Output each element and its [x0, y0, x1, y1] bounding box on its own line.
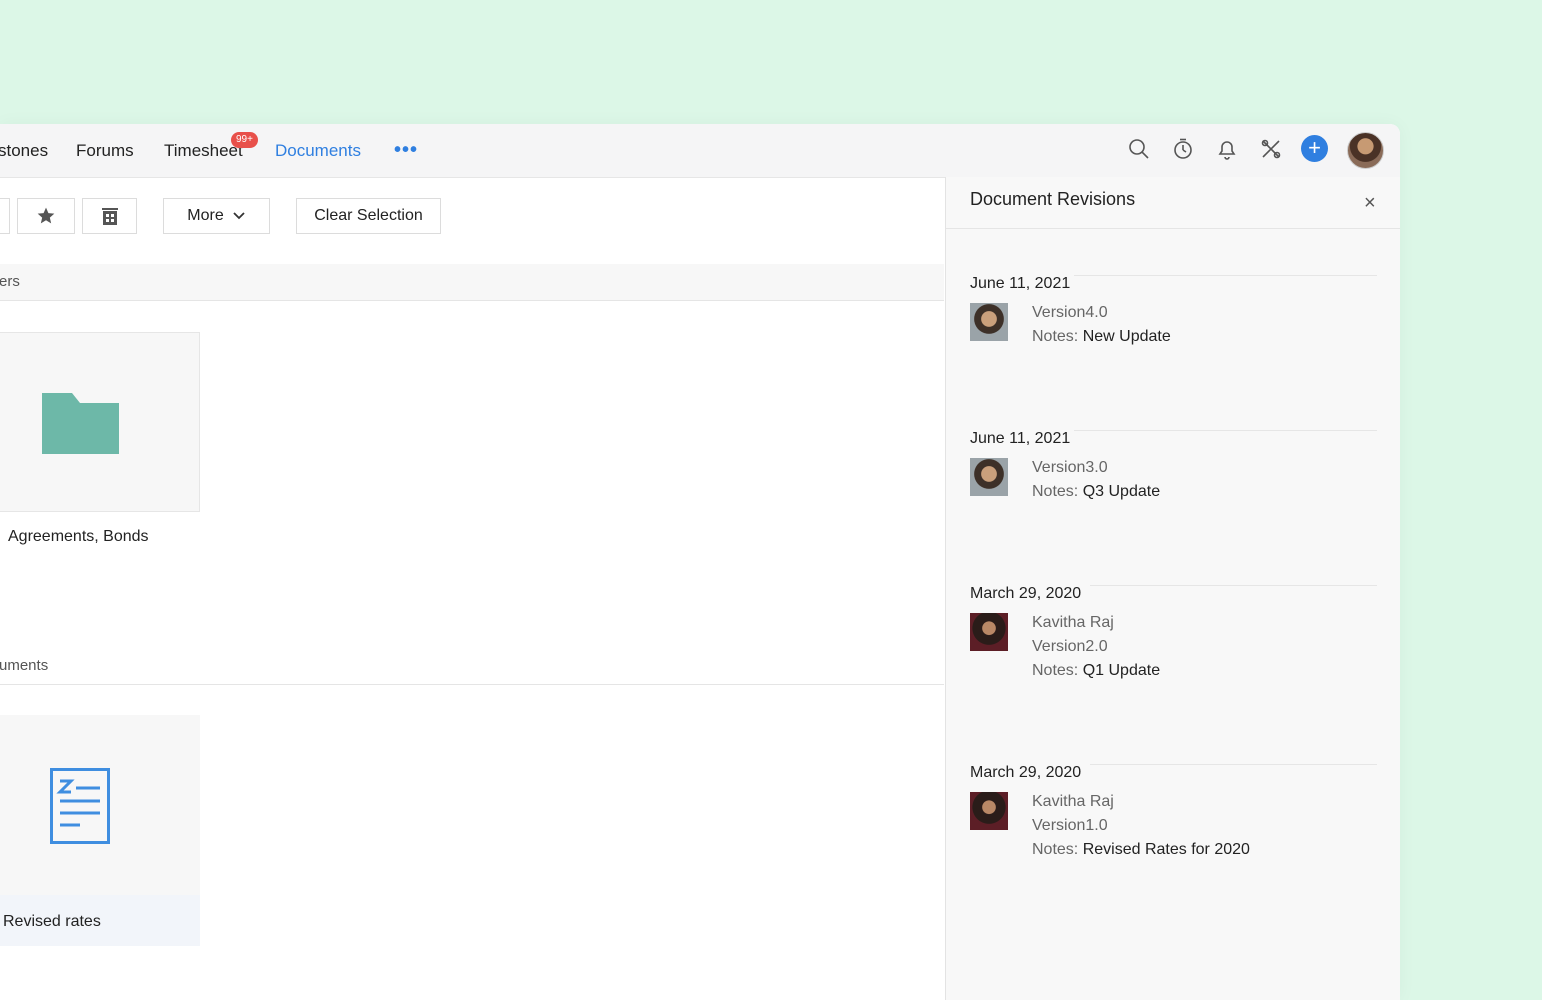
tab-timesheet[interactable]: Timesheet [164, 141, 243, 161]
revision-meta: Kavitha Raj Version2.0 Notes: Q1 Update [1032, 611, 1160, 683]
revision-date: June 11, 2021 [970, 275, 1071, 292]
revision-divider [1090, 585, 1377, 586]
bell-icon[interactable] [1215, 137, 1239, 161]
trash-icon [101, 208, 118, 225]
revision-author: Kavitha Raj [1032, 614, 1114, 631]
revision-divider [1074, 430, 1377, 431]
revision-version: Version3.0 [1032, 459, 1108, 476]
tools-icon[interactable] [1259, 137, 1283, 161]
documents-heading-label: uments [0, 657, 49, 674]
folder-label[interactable]: Agreements, Bonds [8, 528, 149, 546]
timesheet-badge: 99+ [231, 132, 258, 148]
more-tabs-button[interactable]: ••• [394, 139, 418, 162]
close-icon[interactable]: × [1364, 193, 1376, 213]
revision-meta: Version3.0 Notes: Q3 Update [1032, 456, 1160, 504]
search-icon[interactable] [1127, 137, 1151, 161]
revision-version: Version2.0 [1032, 638, 1108, 655]
folder-icon [42, 393, 119, 454]
tab-forums[interactable]: Forums [76, 141, 134, 161]
revision-meta: Version4.0 Notes: New Update [1032, 301, 1171, 349]
app-window: stones Forums Timesheet 99+ Documents ••… [0, 124, 1400, 1000]
clear-selection-button[interactable]: Clear Selection [296, 198, 441, 234]
revision-divider [1074, 275, 1377, 276]
revision-notes: Q1 Update [1082, 662, 1161, 679]
toolbar-button-partial[interactable] [0, 198, 10, 234]
user-avatar[interactable] [1347, 132, 1384, 169]
top-nav: stones Forums Timesheet 99+ Documents ••… [0, 124, 1400, 178]
revision-meta: Kavitha Raj Version1.0 Notes: Revised Ra… [1032, 790, 1250, 862]
tab-documents[interactable]: Documents [275, 141, 361, 161]
clear-selection-label: Clear Selection [314, 207, 423, 224]
folders-heading-label: ers [0, 273, 20, 290]
folder-card[interactable] [0, 332, 200, 512]
timer-icon[interactable] [1171, 137, 1195, 161]
notes-prefix: Notes: [1032, 328, 1079, 345]
revision-notes: Q3 Update [1082, 483, 1161, 500]
revision-author: Kavitha Raj [1032, 793, 1114, 810]
documents-heading: uments [0, 648, 944, 685]
revision-date: June 11, 2021 [970, 430, 1071, 447]
avatar [970, 792, 1008, 830]
star-icon [37, 207, 55, 224]
panel-divider [946, 228, 1400, 229]
archive-button[interactable] [82, 198, 137, 234]
revision-notes: Revised Rates for 2020 [1082, 841, 1250, 858]
panel-title: Document Revisions [970, 189, 1136, 209]
avatar [970, 303, 1008, 341]
document-label[interactable]: Revised rates [3, 913, 101, 931]
revision-notes: New Update [1082, 328, 1171, 345]
more-label: More [187, 207, 224, 224]
revision-divider [1090, 764, 1377, 765]
add-button[interactable]: + [1301, 135, 1328, 162]
revision-date: March 29, 2020 [970, 585, 1082, 602]
avatar [970, 613, 1008, 651]
avatar [970, 458, 1008, 496]
notes-prefix: Notes: [1032, 841, 1079, 858]
revision-date: March 29, 2020 [970, 764, 1082, 781]
revision-version: Version1.0 [1032, 817, 1108, 834]
document-icon [50, 768, 110, 844]
more-dropdown[interactable]: More [163, 198, 270, 234]
notes-prefix: Notes: [1032, 662, 1079, 679]
notes-prefix: Notes: [1032, 483, 1079, 500]
folders-heading: ers [0, 264, 944, 301]
document-revisions-panel: Document Revisions × June 11, 2021 Versi… [945, 177, 1400, 1000]
revision-version: Version4.0 [1032, 304, 1108, 321]
chevron-down-icon [233, 212, 245, 220]
tab-milestones[interactable]: stones [0, 141, 48, 161]
favorite-button[interactable] [17, 198, 75, 234]
document-card[interactable] [0, 715, 200, 946]
